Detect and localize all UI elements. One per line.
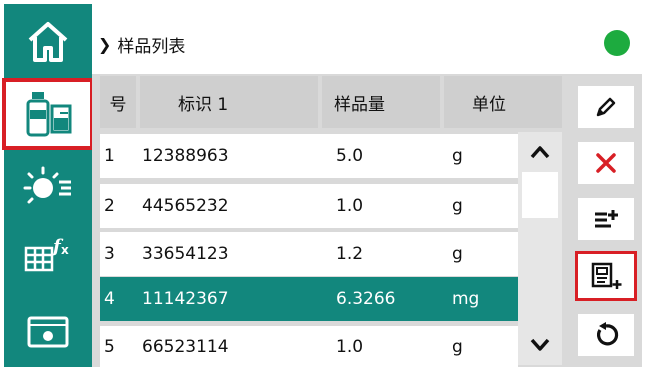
screen-icon: [27, 316, 69, 348]
table-row[interactable]: 1 12388963 5.0 g: [100, 134, 518, 178]
row-id: 33654123: [142, 244, 229, 264]
column-header-amount[interactable]: 样品量: [322, 76, 440, 128]
add-row-button[interactable]: [578, 198, 634, 240]
add-list-icon: [595, 210, 618, 228]
row-amount: 1.2: [336, 244, 364, 264]
column-header-unit[interactable]: 单位: [444, 76, 562, 128]
row-number: 3: [104, 244, 115, 264]
action-toolbar: [570, 74, 642, 367]
edit-button[interactable]: [578, 86, 634, 128]
row-id: 44565232: [142, 196, 229, 216]
delete-button[interactable]: [578, 142, 634, 184]
scroll-up-button[interactable]: [518, 132, 562, 172]
reset-icon: [596, 322, 619, 346]
sidebar-item-samples[interactable]: [2, 78, 94, 150]
formula-table-icon: f x: [24, 236, 69, 272]
samples-icon: [26, 92, 72, 137]
scrollbar[interactable]: [518, 132, 562, 365]
svg-text:x: x: [61, 243, 69, 257]
status-indicator: [604, 30, 630, 56]
column-header-no[interactable]: 号: [100, 76, 136, 128]
sample-table: 号 标识 1 样品量 单位 1 12388963 5.0 g 2 4456523…: [92, 74, 570, 367]
row-number: 4: [104, 289, 115, 309]
table-row[interactable]: 3 33654123 1.2 g: [100, 232, 518, 276]
row-unit: g: [452, 336, 463, 357]
add-sample-icon: [591, 262, 622, 289]
sidebar-item-screen[interactable]: [4, 300, 92, 364]
row-unit: g: [452, 244, 463, 264]
row-number: 1: [104, 146, 115, 166]
table-row[interactable]: 5 66523114 1.0 g: [100, 326, 518, 367]
scroll-thumb[interactable]: [522, 172, 558, 218]
home-icon: [28, 22, 68, 62]
add-sample-button[interactable]: [575, 251, 637, 301]
delete-x-icon: [596, 153, 616, 173]
row-amount: 1.0: [336, 196, 364, 216]
table-row[interactable]: 2 44565232 1.0 g: [100, 184, 518, 228]
row-amount: 1.0: [336, 336, 364, 357]
chevron-up-icon: [530, 146, 550, 159]
chevron-down-icon: [530, 338, 550, 351]
header: ❯ 样品列表: [92, 4, 642, 74]
row-amount: 5.0: [336, 146, 364, 166]
settings-sun-icon: [23, 166, 71, 204]
sidebar-item-home[interactable]: [4, 10, 92, 74]
row-unit: g: [452, 146, 463, 166]
scroll-down-button[interactable]: [518, 325, 562, 365]
row-id: 12388963: [142, 146, 229, 166]
column-header-id[interactable]: 标识 1: [140, 76, 318, 128]
row-id: 66523114: [142, 336, 229, 357]
row-unit: mg: [452, 289, 480, 309]
reset-button[interactable]: [578, 314, 634, 356]
row-id: 11142367: [142, 289, 229, 309]
table-row-selected[interactable]: 4 11142367 6.3266 mg: [100, 277, 518, 321]
row-number: 2: [104, 196, 115, 216]
chevron-right-icon: ❯: [98, 35, 112, 54]
sidebar-item-formula[interactable]: f x: [4, 222, 92, 286]
row-amount: 6.3266: [336, 289, 396, 309]
edit-pencil-icon: [596, 97, 616, 117]
breadcrumb[interactable]: ❯ 样品列表: [98, 32, 185, 57]
row-number: 5: [104, 336, 115, 357]
row-unit: g: [452, 196, 463, 216]
breadcrumb-label: 样品列表: [117, 37, 186, 57]
sidebar-item-settings[interactable]: [4, 154, 92, 218]
sidebar: f x: [2, 4, 94, 367]
